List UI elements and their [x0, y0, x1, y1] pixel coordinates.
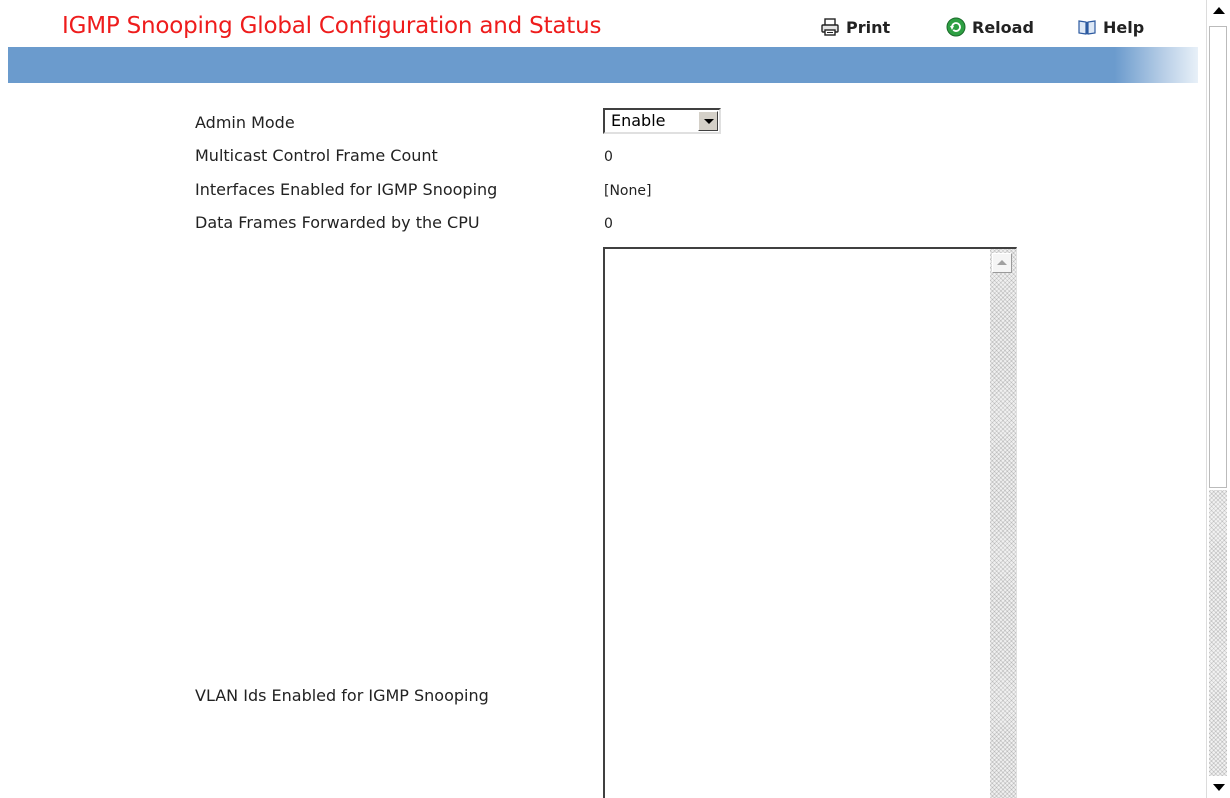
- admin-mode-label: Admin Mode: [195, 113, 295, 132]
- reload-icon: [946, 17, 966, 37]
- page-title: IGMP Snooping Global Configuration and S…: [62, 13, 602, 39]
- page-content: IGMP Snooping Global Configuration and S…: [0, 0, 1206, 798]
- scroll-up-icon[interactable]: [992, 253, 1012, 273]
- vlan-ids-enabled-label: VLAN Ids Enabled for IGMP Snooping: [195, 686, 489, 705]
- help-book-icon: [1077, 17, 1097, 37]
- reload-link[interactable]: Reload: [946, 15, 1034, 39]
- admin-mode-select[interactable]: Enable: [603, 108, 721, 134]
- multicast-control-frame-count-value: 0: [604, 149, 613, 165]
- page-scrollbar[interactable]: [1206, 0, 1230, 798]
- header-banner: [8, 47, 1198, 83]
- interfaces-enabled-label: Interfaces Enabled for IGMP Snooping: [195, 180, 498, 199]
- multicast-control-frame-count-label: Multicast Control Frame Count: [195, 146, 438, 165]
- scrollbar-thumb[interactable]: [1209, 26, 1227, 488]
- help-label: Help: [1103, 17, 1145, 37]
- reload-label: Reload: [972, 17, 1034, 37]
- data-frames-forwarded-label: Data Frames Forwarded by the CPU: [195, 213, 480, 232]
- vlan-ids-listbox[interactable]: [603, 247, 1017, 798]
- chevron-down-icon[interactable]: [698, 111, 718, 131]
- scroll-down-arrow-icon[interactable]: [1209, 778, 1229, 798]
- scrollbar-track[interactable]: [1209, 490, 1227, 776]
- scroll-up-arrow-icon[interactable]: [1209, 0, 1229, 24]
- help-link[interactable]: Help: [1077, 15, 1144, 39]
- printer-icon: [820, 17, 840, 37]
- interfaces-enabled-value: [None]: [604, 183, 652, 199]
- print-link[interactable]: Print: [820, 15, 890, 39]
- admin-mode-value: Enable: [611, 111, 666, 130]
- print-label: Print: [846, 17, 891, 37]
- listbox-scrollbar[interactable]: [990, 249, 1016, 798]
- data-frames-forwarded-value: 0: [604, 216, 613, 232]
